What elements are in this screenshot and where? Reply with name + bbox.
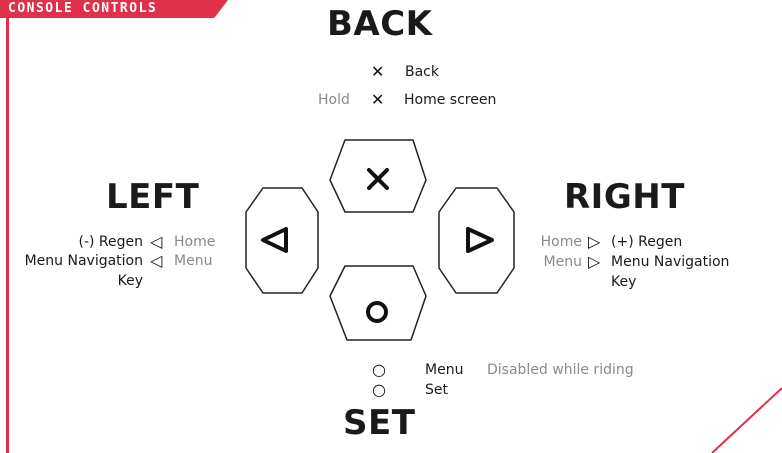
triangle-right-icon: ▷ xyxy=(588,252,601,271)
back-row1-label: Back xyxy=(405,64,439,80)
left-row2-alt: Menu xyxy=(174,253,213,269)
dpad-diagram xyxy=(245,139,782,453)
triangle-left-icon: ◁ xyxy=(150,232,163,251)
left-row1-label: (-) Regen xyxy=(78,234,143,250)
left-title: LEFT xyxy=(106,177,200,217)
right-row2-label: Menu Navigation xyxy=(611,254,730,270)
accent-diagonal xyxy=(711,387,782,453)
right-title: RIGHT xyxy=(564,177,685,217)
set-row2-label: Set xyxy=(425,382,448,398)
x-icon: ✕ xyxy=(371,90,385,109)
set-title: SET xyxy=(343,403,416,443)
right-row1-label: (+) Regen xyxy=(611,234,683,250)
circle-icon: ○ xyxy=(372,380,386,399)
back-hold-label: Hold xyxy=(318,92,350,108)
left-key xyxy=(245,187,319,294)
left-row2-label: Menu Navigation xyxy=(24,253,143,269)
x-icon: ✕ xyxy=(371,62,385,81)
left-row1-alt: Home xyxy=(174,234,216,250)
circle-icon: ○ xyxy=(372,360,386,379)
back-title: BACK xyxy=(327,4,433,44)
right-key xyxy=(438,187,515,294)
set-row1-label: Menu xyxy=(425,362,464,378)
back-key xyxy=(329,139,427,213)
left-row2-cont: Key xyxy=(117,273,143,289)
right-row1-alt: Home xyxy=(540,234,582,250)
set-row1-note: Disabled while riding xyxy=(487,362,634,378)
triangle-right-icon: ▷ xyxy=(588,232,601,251)
right-row2-cont: Key xyxy=(611,274,637,290)
set-key xyxy=(329,265,427,341)
right-row2-alt: Menu xyxy=(543,254,582,270)
back-row2-label: Home screen xyxy=(404,92,497,108)
triangle-left-icon: ◁ xyxy=(150,251,163,270)
